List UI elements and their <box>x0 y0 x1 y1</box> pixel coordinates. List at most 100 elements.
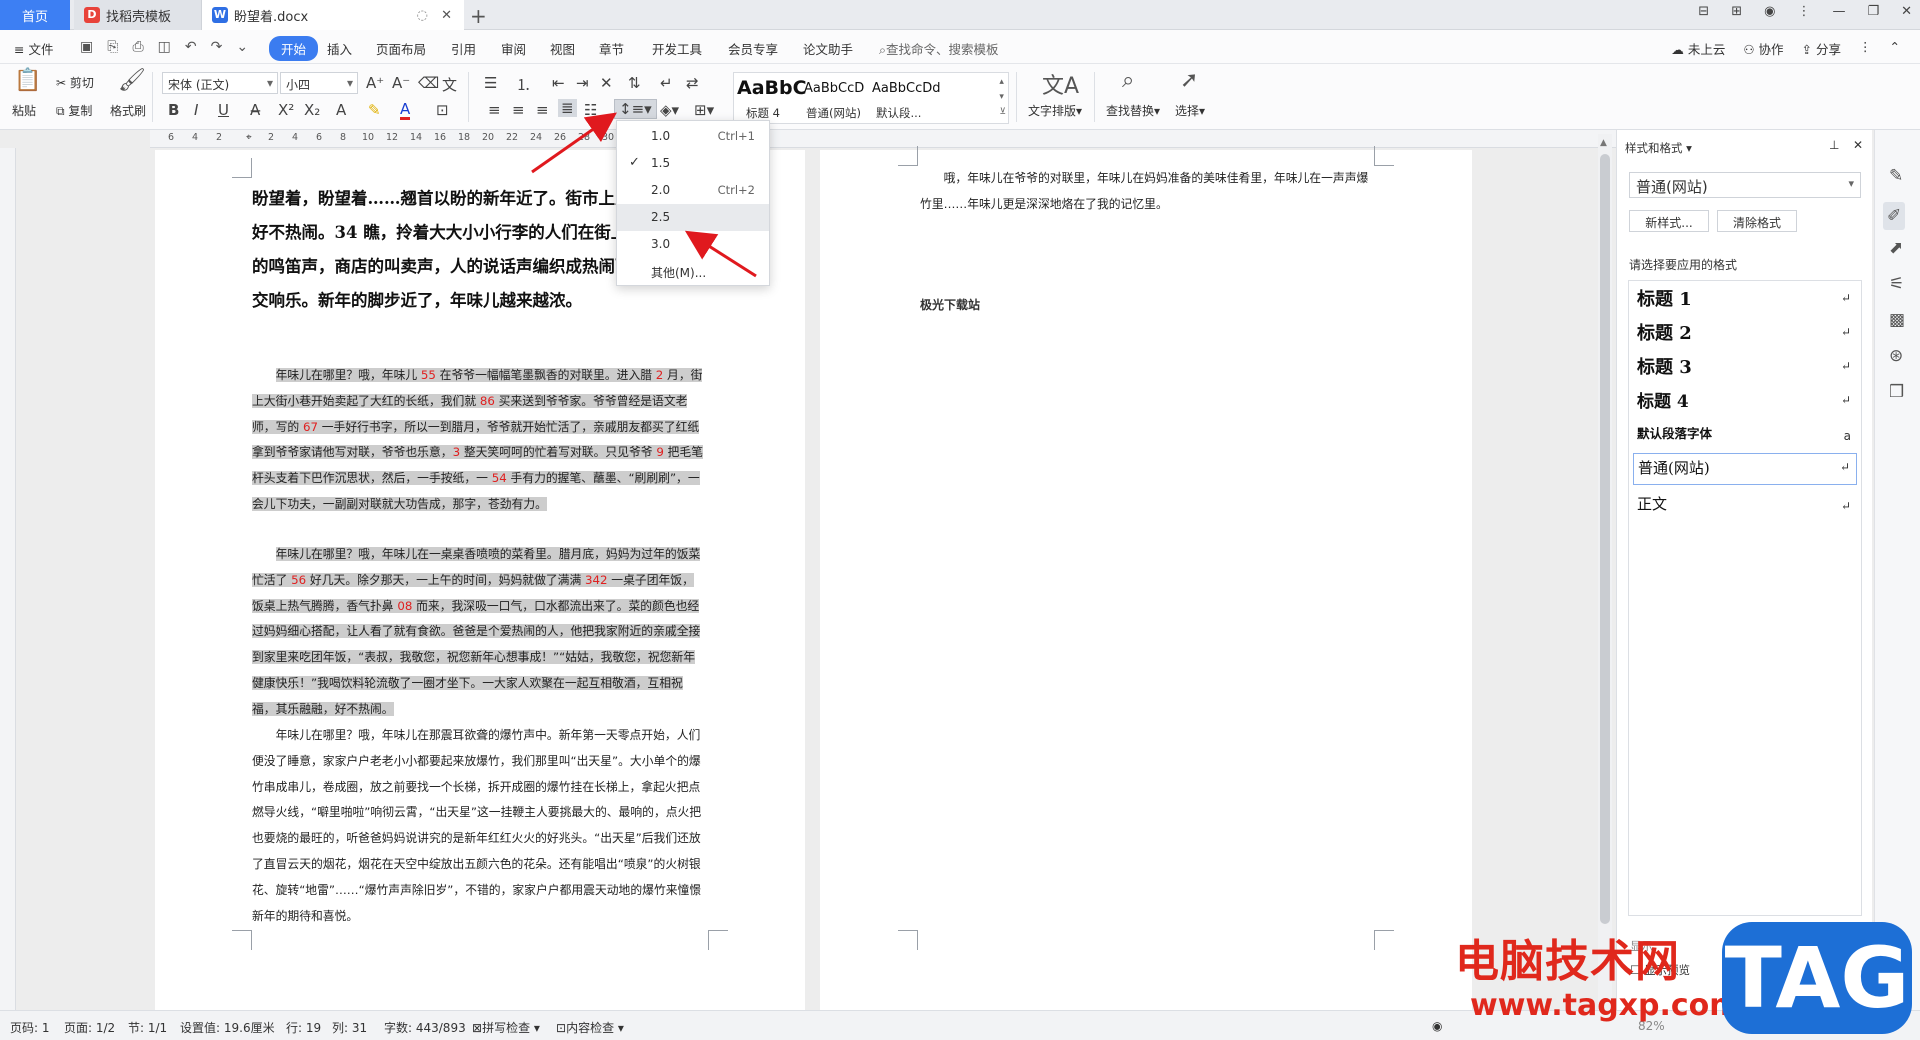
location-icon[interactable]: ⊛ <box>1889 346 1903 366</box>
menu-review[interactable]: 审阅 <box>501 39 526 58</box>
indent-marker-icon[interactable]: ⌖ <box>246 132 252 143</box>
grow-font-icon[interactable]: A⁺ <box>366 74 384 92</box>
close-window-icon[interactable]: ✕ <box>1901 4 1912 19</box>
copy-button[interactable]: ⧉ 复制 <box>56 102 92 119</box>
styles-scroll-icon[interactable]: ▴ ▾ ⊻ <box>999 75 1006 120</box>
menu-view[interactable]: 视图 <box>550 39 575 58</box>
content-check-button[interactable]: ⊡内容检查 ▾ <box>556 1019 624 1036</box>
bold-icon[interactable]: B <box>168 101 179 119</box>
text-layout-button[interactable]: 文字排版▾ <box>1028 102 1082 119</box>
borders-icon[interactable]: ⊞▾ <box>694 101 714 119</box>
decrease-indent-icon[interactable]: ⇤ <box>552 74 565 92</box>
redo-icon[interactable]: ↷ <box>211 39 223 55</box>
line-spacing-1-5[interactable]: ✓ 1.5 <box>617 150 769 177</box>
eye-protect-icon[interactable]: ◉ <box>1432 1019 1442 1033</box>
menu-insert[interactable]: 插入 <box>327 39 352 58</box>
align-center-icon[interactable]: ≡ <box>512 101 525 119</box>
tab-close-icon[interactable]: ✕ <box>441 8 452 23</box>
menu-references[interactable]: 引用 <box>451 39 476 58</box>
bullets-icon[interactable]: ☰ <box>484 74 497 92</box>
font-name-select[interactable]: 宋体 (正文) ▾ <box>162 72 278 94</box>
avatar[interactable]: ◉ <box>1764 4 1775 19</box>
style-heading4-sample[interactable]: AaBbC <box>737 77 807 99</box>
format-painter-button[interactable]: 格式刷 <box>110 102 146 119</box>
pin-panel-icon[interactable]: ⊥ <box>1829 138 1839 152</box>
customize-chevron-icon[interactable]: ⌄ <box>236 39 248 55</box>
paste-button[interactable]: 粘贴 <box>12 102 36 119</box>
style-normal-web-sample[interactable]: AaBbCcD <box>804 81 864 96</box>
status-setting[interactable]: 设置值: 19.6厘米 <box>180 1019 275 1036</box>
line-spacing-3-0[interactable]: 3.0 <box>617 231 769 258</box>
paragraph-1[interactable]: 年味儿在哪里？哦，年味儿 55 在爷爷一幅幅笔墨飘香的对联里。进入腊 2 月，街… <box>252 363 704 518</box>
cut-button[interactable]: ✂ 剪切 <box>56 74 94 91</box>
tab-home[interactable]: 首页 <box>0 0 70 30</box>
style-item-heading1[interactable]: 标题 1 ↵ <box>1637 285 1857 315</box>
status-page-code[interactable]: 页码: 1 <box>10 1019 50 1036</box>
status-pages[interactable]: 页面: 1/2 <box>64 1019 115 1036</box>
menu-member[interactable]: 会员专享 <box>728 39 778 58</box>
share-button[interactable]: ⇪ 分享 <box>1802 39 1841 58</box>
file-menu[interactable]: ≡ 文件 <box>14 39 53 58</box>
new-tab-icon[interactable]: + <box>470 4 487 28</box>
line-spacing-2-0[interactable]: 2.0 Ctrl+2 <box>617 177 769 204</box>
layout-icon[interactable]: ⊟ <box>1698 4 1709 19</box>
pinyin-icon[interactable]: 文 <box>442 74 457 95</box>
text-layout-icon[interactable]: 文A <box>1042 68 1079 100</box>
more-menu-icon[interactable]: ⋮ <box>1859 39 1872 58</box>
paragraph-3[interactable]: 年味儿在哪里？哦，年味儿在那震耳欲聋的爆竹声中。新年第一天零点开始，人们便没了睡… <box>252 723 704 929</box>
menu-page-layout[interactable]: 页面布局 <box>376 39 426 58</box>
vertical-scrollbar[interactable]: ▲ <box>1598 134 1612 1010</box>
close-panel-icon[interactable]: ✕ <box>1853 138 1863 152</box>
scroll-up-icon[interactable]: ▲ <box>1600 138 1607 148</box>
save-icon[interactable]: ▣ <box>80 39 93 55</box>
align-left-icon[interactable]: ≡ <box>488 101 501 119</box>
status-words[interactable]: 字数: 443/893 <box>384 1019 466 1036</box>
pointer-icon[interactable]: ⬈ <box>1889 238 1903 258</box>
panel-title[interactable]: 样式和格式 ▾ <box>1625 140 1692 156</box>
clear-format-button[interactable]: 清除格式 <box>1717 210 1797 232</box>
char-border-icon[interactable]: ⊡ <box>436 101 449 119</box>
document-page-2[interactable] <box>820 150 1472 1010</box>
numbering-icon[interactable]: ⒈ <box>516 74 531 95</box>
more-icon[interactable]: ⋮ <box>1797 4 1810 19</box>
sort-icon[interactable]: ⇅ <box>628 74 641 92</box>
clear-format-icon[interactable]: ⌫ <box>418 74 439 92</box>
show-marks-icon[interactable]: ↵ <box>660 74 673 92</box>
spell-check-button[interactable]: ⊠拼写检查 ▾ <box>472 1019 540 1036</box>
subscript-icon[interactable]: X₂ <box>304 101 320 119</box>
font-size-select[interactable]: 小四 ▾ <box>280 72 358 94</box>
line-spacing-1-0[interactable]: 1.0 Ctrl+1 <box>617 123 769 150</box>
status-section[interactable]: 节: 1/1 <box>128 1019 167 1036</box>
collab-button[interactable]: ⚇ 协作 <box>1743 39 1783 58</box>
distribute-icon[interactable]: ☷ <box>584 101 597 119</box>
apps-grid-icon[interactable]: ⊞ <box>1731 4 1742 19</box>
style-item-normal-web[interactable]: 普通(网站) ↵ <box>1633 453 1857 485</box>
tab-pin-icon[interactable]: ◌ <box>417 8 428 23</box>
cursor-icon[interactable]: ➚ <box>1180 68 1198 93</box>
command-search[interactable]: ⌕查找命令、搜索模板 <box>879 39 999 58</box>
minimize-icon[interactable]: — <box>1832 4 1845 19</box>
paste-icon[interactable]: 📋 <box>14 68 41 93</box>
print-preview-icon[interactable]: ◫ <box>158 39 171 55</box>
style-pen-icon[interactable]: ✐ <box>1883 202 1906 230</box>
style-item-default-font[interactable]: 默认段落字体 a <box>1637 423 1857 453</box>
superscript-icon[interactable]: X² <box>278 101 294 119</box>
tab-templates[interactable]: D 找稻壳模板 <box>74 0 202 30</box>
paragraph-2[interactable]: 年味儿在哪里？哦，年味儿在一桌桌香喷喷的菜肴里。腊月底，妈妈为过年的饭菜忙活了 … <box>252 542 704 723</box>
highlight-icon[interactable]: ✎ <box>368 101 381 119</box>
align-right-icon[interactable]: ≡ <box>536 101 549 119</box>
find-icon[interactable]: ⌕ <box>1122 68 1134 93</box>
paragraph-5[interactable]: 极光下载站 <box>920 296 980 313</box>
text-effect-icon[interactable]: A <box>336 101 346 119</box>
image-icon[interactable]: ▩ <box>1889 310 1905 330</box>
shading-icon[interactable]: ◈▾ <box>660 101 679 119</box>
status-row[interactable]: 行: 19 <box>286 1019 321 1036</box>
table-convert-icon[interactable]: ⇄ <box>686 74 699 92</box>
style-default-sample[interactable]: AaBbCcDd <box>872 81 941 96</box>
restore-icon[interactable]: ❐ <box>1867 4 1879 19</box>
format-painter-icon[interactable]: 🖌 <box>118 68 146 93</box>
collapse-ribbon-icon[interactable]: ⌃ <box>1890 39 1900 58</box>
style-item-body[interactable]: 正文 ↵ <box>1637 493 1857 523</box>
italic-icon[interactable]: I <box>194 101 198 119</box>
line-spacing-button[interactable]: ↕≡▾ <box>614 99 657 119</box>
